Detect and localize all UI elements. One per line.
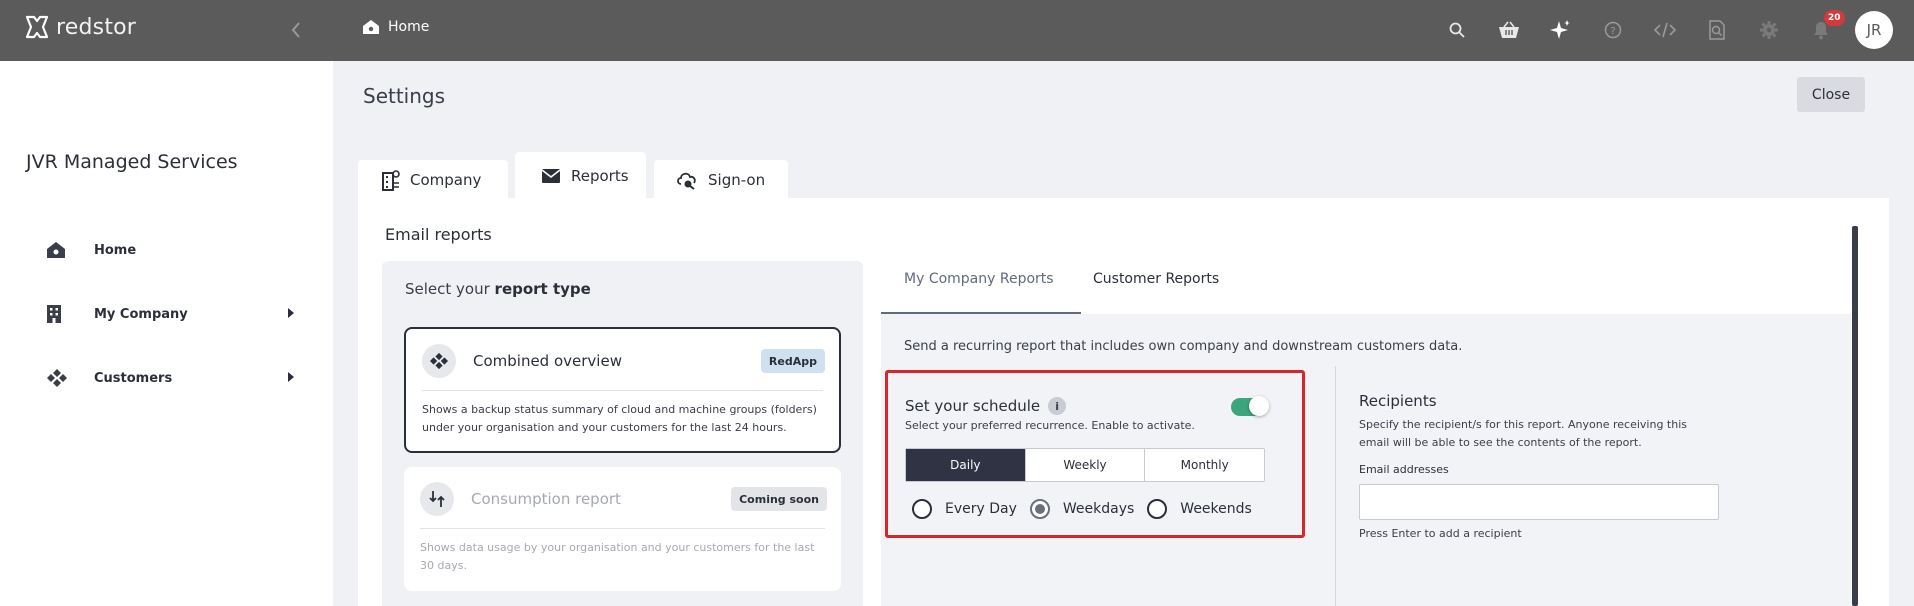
- sidebar-item-home[interactable]: Home: [36, 230, 302, 270]
- brand-logo[interactable]: redstor: [24, 14, 136, 40]
- column-divider: [1335, 366, 1336, 606]
- card-description: Shows a backup status summary of cloud a…: [422, 403, 817, 434]
- subtab-customer-reports[interactable]: Customer Reports: [1093, 271, 1219, 287]
- redstor-logo-icon: [25, 15, 49, 39]
- card-divider: [420, 528, 825, 529]
- subtab-content: Send a recurring report that includes ow…: [881, 314, 1851, 606]
- code-icon[interactable]: [1652, 17, 1678, 43]
- tab-label: Company: [410, 171, 482, 189]
- home-icon: [36, 241, 78, 259]
- report-type-heading: Select your report type: [405, 280, 591, 298]
- sidebar-item-label: Customers: [94, 370, 173, 386]
- report-type-bold: report type: [494, 280, 591, 298]
- subtab-my-company-reports[interactable]: My Company Reports: [904, 271, 1054, 287]
- tab-company[interactable]: Company: [358, 160, 508, 200]
- report-settings-column: My Company Reports Customer Reports Send…: [881, 261, 1851, 606]
- chevron-left-icon: [291, 22, 300, 38]
- report-card-consumption[interactable]: Consumption report Coming soon Shows dat…: [404, 467, 841, 591]
- close-button[interactable]: Close: [1797, 77, 1865, 112]
- card-title: Combined overview: [473, 352, 622, 370]
- search-icon[interactable]: [1444, 17, 1470, 43]
- home-icon: [363, 20, 379, 34]
- radio-label: Weekends: [1180, 501, 1252, 517]
- caret-right-icon[interactable]: [288, 372, 294, 382]
- recurrence-monthly-button[interactable]: Monthly: [1145, 449, 1264, 481]
- breadcrumb[interactable]: Home: [362, 19, 429, 35]
- panel-scrollbar[interactable]: [1852, 226, 1858, 606]
- organization-name: JVR Managed Services: [26, 151, 238, 173]
- top-bar: redstor Home ? 20 JR: [0, 0, 1914, 61]
- report-type-prefix: Select your: [405, 280, 495, 298]
- help-icon[interactable]: ?: [1600, 17, 1626, 43]
- search-document-icon[interactable]: [1704, 17, 1730, 43]
- caret-right-icon[interactable]: [288, 308, 294, 318]
- recurrence-daily-button[interactable]: Daily: [906, 449, 1026, 481]
- consumption-icon: [420, 482, 454, 516]
- section-title: Email reports: [385, 225, 492, 244]
- email-addresses-input[interactable]: [1359, 484, 1719, 520]
- sidebar-item-label: Home: [94, 242, 137, 258]
- company-icon: [382, 170, 400, 191]
- recurrence-weekly-button[interactable]: Weekly: [1026, 449, 1146, 481]
- email-addresses-label: Email addresses: [1359, 463, 1449, 476]
- schedule-box: Set your schedule i Select your preferre…: [885, 370, 1305, 538]
- recipients-title: Recipients: [1359, 392, 1437, 410]
- sparkle-icon[interactable]: [1547, 17, 1573, 43]
- sidebar-item-customers[interactable]: Customers: [36, 358, 302, 398]
- main-content: Settings Close Company Reports Sign-on E…: [333, 61, 1911, 606]
- tab-label: Reports: [571, 167, 629, 185]
- report-card-combined-overview[interactable]: Combined overview RedApp Shows a backup …: [404, 327, 841, 453]
- report-type-column: Select your report type Combined overvie…: [382, 261, 863, 606]
- radio-label: Every Day: [945, 501, 1017, 517]
- basket-icon[interactable]: [1496, 17, 1522, 43]
- schedule-enable-toggle[interactable]: [1231, 396, 1269, 416]
- tab-label: Sign-on: [708, 171, 766, 189]
- recipients-section: Recipients Specify the recipient/s for t…: [1359, 374, 1719, 540]
- tab-sign-on[interactable]: Sign-on: [654, 160, 788, 200]
- card-description: Shows data usage by your organisation an…: [420, 541, 815, 572]
- sidebar-item-my-company[interactable]: My Company: [36, 294, 302, 334]
- svg-text:?: ?: [1610, 26, 1615, 37]
- recurrence-selector: Daily Weekly Monthly: [905, 448, 1265, 482]
- collapse-sidebar-button[interactable]: [284, 16, 308, 44]
- schedule-subtitle: Select your preferred recurrence. Enable…: [905, 419, 1195, 432]
- brand-name: redstor: [56, 14, 137, 40]
- card-title: Consumption report: [471, 490, 621, 508]
- radio-weekends[interactable]: Weekends: [1147, 499, 1252, 519]
- radio-label: Weekdays: [1062, 501, 1135, 517]
- tab-reports[interactable]: Reports: [515, 152, 646, 200]
- redapp-badge: RedApp: [760, 349, 825, 373]
- notification-count-badge: 20: [1824, 10, 1845, 26]
- radio-weekdays[interactable]: Weekdays: [1029, 499, 1135, 519]
- cloud-key-icon: [677, 172, 696, 190]
- gear-icon[interactable]: [1756, 17, 1782, 43]
- page-title: Settings: [363, 84, 446, 108]
- radio-button-checked[interactable]: [1029, 499, 1050, 519]
- customers-icon: [36, 368, 78, 388]
- toggle-knob: [1249, 396, 1269, 416]
- coming-soon-badge: Coming soon: [731, 487, 827, 511]
- recipients-hint: Press Enter to add a recipient: [1359, 527, 1522, 540]
- breadcrumb-home: Home: [388, 19, 430, 35]
- radio-every-day[interactable]: Every Day: [912, 499, 1017, 519]
- combined-overview-icon: [422, 344, 456, 378]
- reports-panel: Email reports Select your report type Co…: [358, 198, 1889, 606]
- sidebar: JVR Managed Services Home My Company Cus…: [0, 61, 333, 606]
- card-divider: [422, 390, 823, 391]
- schedule-title-text: Set your schedule: [905, 397, 1041, 415]
- radio-button[interactable]: [912, 499, 932, 519]
- day-selector: Every Day Weekdays Weekends: [912, 499, 1265, 519]
- user-avatar[interactable]: JR: [1855, 11, 1893, 49]
- info-icon[interactable]: i: [1048, 397, 1067, 415]
- building-icon: [36, 304, 78, 324]
- sidebar-item-label: My Company: [94, 306, 188, 322]
- recipients-description: Specify the recipient/s for this report.…: [1359, 418, 1688, 449]
- report-description: Send a recurring report that includes ow…: [904, 339, 1463, 354]
- schedule-title: Set your schedule i: [905, 397, 1067, 415]
- radio-button[interactable]: [1147, 499, 1168, 519]
- envelope-icon: [541, 169, 561, 183]
